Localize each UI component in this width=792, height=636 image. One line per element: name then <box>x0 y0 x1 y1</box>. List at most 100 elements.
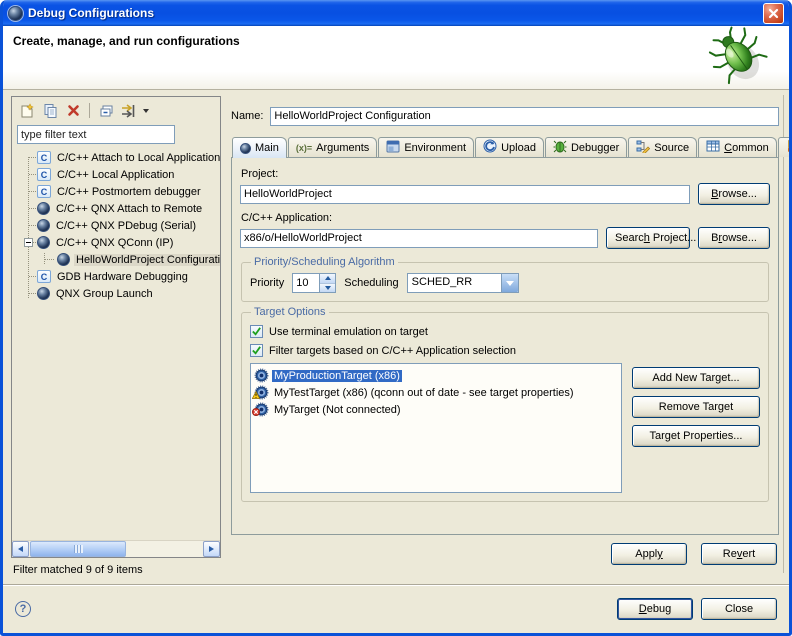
target-item-mytarget[interactable]: MyTarget (Not connected) <box>253 401 619 418</box>
target-properties-button[interactable]: Target Properties... <box>632 425 760 447</box>
arguments-tab-icon: (x)= <box>296 143 312 153</box>
tree-item-label: GDB Hardware Debugging <box>55 271 190 283</box>
c-launch-icon <box>37 168 51 181</box>
tree-item-qnx-group-launch[interactable]: QNX Group Launch <box>12 285 220 302</box>
priority-row: Priority Scheduling SCHED_RR <box>250 273 760 293</box>
toolbar-separator <box>89 103 90 118</box>
title-bar[interactable]: Debug Configurations <box>3 0 789 26</box>
button-bar: ? Debug Close <box>3 584 789 633</box>
tree-item-gdb-hardware[interactable]: GDB Hardware Debugging <box>12 268 220 285</box>
target-icon <box>254 368 269 383</box>
browse-application-button[interactable]: Browse... <box>698 227 770 249</box>
launch-config-tree: C/C++ Attach to Local Application C/C++ … <box>12 149 220 534</box>
qnx-launch-icon <box>37 219 50 232</box>
stepper-up-icon[interactable] <box>320 274 335 283</box>
new-launch-config-icon[interactable] <box>18 102 36 119</box>
filter-input[interactable] <box>17 125 175 144</box>
scrollbar-track[interactable] <box>29 541 203 557</box>
tree-item-helloworld-config[interactable]: HelloWorldProject Configuration <box>12 251 220 268</box>
tab-main[interactable]: Main <box>232 137 287 158</box>
dropdown-arrow-icon[interactable] <box>143 109 149 113</box>
banner-heading: Create, manage, and run configurations <box>13 34 240 48</box>
browse-project-button[interactable]: Browse... <box>698 183 770 205</box>
tree-item-qnx-pdebug[interactable]: C/C++ QNX PDebug (Serial) <box>12 217 220 234</box>
name-label: Name: <box>231 110 263 122</box>
target-options-group: Target Options Use terminal emulation on… <box>241 306 769 502</box>
tree-item-local-application[interactable]: C/C++ Local Application <box>12 166 220 183</box>
c-launch-icon <box>37 270 51 283</box>
tree-item-label: HelloWorldProject Configuration <box>74 254 220 266</box>
filter-icon[interactable] <box>120 102 138 119</box>
delete-icon[interactable] <box>64 102 82 119</box>
upload-tab-icon <box>483 139 497 156</box>
stepper-down-icon[interactable] <box>320 283 335 293</box>
qnx-launch-icon <box>37 287 50 300</box>
window-title: Debug Configurations <box>28 6 758 20</box>
target-item-production[interactable]: MyProductionTarget (x86) <box>253 367 619 384</box>
scroll-left-icon[interactable] <box>12 541 29 557</box>
scheduling-select[interactable]: SCHED_RR <box>407 273 519 293</box>
source-tab-icon <box>636 140 650 156</box>
revert-button[interactable]: Revert <box>701 543 777 565</box>
tab-debugger[interactable]: Debugger <box>545 137 627 157</box>
tab-label: Source <box>654 142 689 154</box>
debug-button[interactable]: Debug <box>617 598 693 620</box>
duplicate-icon[interactable] <box>41 102 59 119</box>
tree-item-postmortem[interactable]: C/C++ Postmortem debugger <box>12 183 220 200</box>
filter-targets-row: Filter targets based on C/C++ Applicatio… <box>250 344 760 357</box>
main-tab-content: Project: Browse... C/C++ Application: Se… <box>231 157 779 535</box>
scrollbar-thumb[interactable] <box>30 541 126 557</box>
qnx-launch-icon <box>57 253 70 266</box>
tree-item-qnx-qconn[interactable]: C/C++ QNX QConn (IP) <box>12 234 220 251</box>
apply-revert-row: Apply Revert <box>231 543 779 565</box>
tab-label: Arguments <box>316 142 369 154</box>
target-label: MyProductionTarget (x86) <box>272 370 402 382</box>
priority-input[interactable] <box>292 273 320 293</box>
tree-item-label: QNX Group Launch <box>54 288 155 300</box>
tree-item-label: C/C++ QNX PDebug (Serial) <box>54 220 198 232</box>
scheduling-value: SCHED_RR <box>408 274 501 292</box>
tree-item-attach-local[interactable]: C/C++ Attach to Local Application <box>12 149 220 166</box>
environment-tab-icon <box>386 140 400 156</box>
tree-item-qnx-attach-remote[interactable]: C/C++ QNX Attach to Remote <box>12 200 220 217</box>
tools-tab-icon <box>786 139 792 156</box>
tab-upload[interactable]: Upload <box>475 137 544 157</box>
collapse-toggle-icon[interactable] <box>24 238 33 247</box>
project-row: Browse... <box>240 183 770 205</box>
config-editor: Name: Main (x)= Arguments Environment <box>231 106 779 565</box>
tab-arguments[interactable]: (x)= Arguments <box>288 137 377 157</box>
terminal-emulation-row: Use terminal emulation on target <box>250 325 760 338</box>
terminal-emulation-checkbox[interactable] <box>250 325 263 338</box>
collapse-all-icon[interactable] <box>97 102 115 119</box>
search-project-button[interactable]: Search Project... <box>606 227 690 249</box>
tree-item-label: C/C++ QNX Attach to Remote <box>54 203 204 215</box>
terminal-emulation-label: Use terminal emulation on target <box>269 326 428 338</box>
close-button[interactable]: Close <box>701 598 777 620</box>
application-input[interactable] <box>240 229 598 248</box>
tab-environment[interactable]: Environment <box>378 137 474 157</box>
chevron-down-icon[interactable] <box>501 274 518 292</box>
target-item-test[interactable]: MyTestTarget (x86) (qconn out of date - … <box>253 384 619 401</box>
remove-target-button[interactable]: Remove Target <box>632 396 760 418</box>
help-icon[interactable]: ? <box>15 601 31 617</box>
name-input[interactable] <box>270 107 779 126</box>
project-input[interactable] <box>240 185 690 204</box>
apply-button[interactable]: Apply <box>611 543 687 565</box>
c-launch-icon <box>37 151 51 164</box>
tab-label: Main <box>255 142 279 154</box>
add-new-target-button[interactable]: Add New Target... <box>632 367 760 389</box>
target-list[interactable]: MyProductionTarget (x86) MyTestTarget (x… <box>250 363 622 493</box>
tree-item-label: C/C++ QNX QConn (IP) <box>54 237 175 249</box>
dialog-content: C/C++ Attach to Local Application C/C++ … <box>3 90 789 584</box>
name-row: Name: <box>231 106 779 126</box>
priority-scheduling-group: Priority/Scheduling Algorithm Priority S… <box>241 256 769 302</box>
close-icon[interactable] <box>763 3 784 24</box>
scroll-right-icon[interactable] <box>203 541 220 557</box>
tab-common[interactable]: Common <box>698 137 777 157</box>
tab-source[interactable]: Source <box>628 137 697 157</box>
tab-tools[interactable]: Tools <box>778 137 792 157</box>
tree-horizontal-scrollbar[interactable] <box>12 540 220 557</box>
priority-stepper[interactable] <box>292 273 336 293</box>
target-buttons: Add New Target... Remove Target Target P… <box>632 363 760 493</box>
filter-targets-checkbox[interactable] <box>250 344 263 357</box>
